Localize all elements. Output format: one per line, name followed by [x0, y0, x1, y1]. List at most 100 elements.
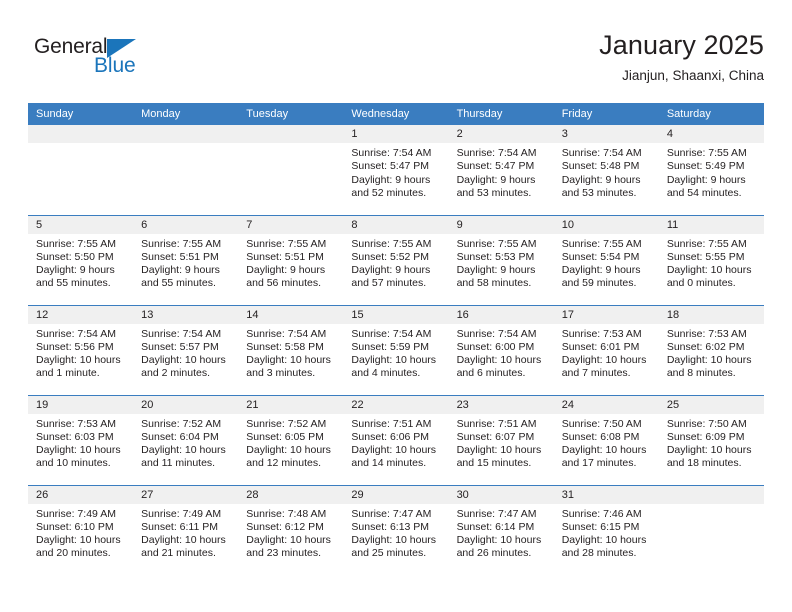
daylight-text-line1: Daylight: 10 hours [561, 534, 647, 547]
day-number: 20 [133, 395, 239, 414]
sunset-text: Sunset: 6:12 PM [246, 520, 324, 533]
sunset-text: Sunset: 5:50 PM [36, 250, 114, 263]
calendar-day-cell[interactable]: 10 Sunrise: 7:55 AM Sunset: 5:54 PM Dayligh… [553, 214, 659, 305]
calendar-day-cell[interactable]: 27 Sunrise: 7:49 AM Sunset: 6:11 PM Dayligh… [133, 484, 239, 575]
day-details: Sunrise: 7:48 AM Sunset: 6:12 PM Daylight:… [238, 504, 343, 561]
calendar-day-cell[interactable]: 2 Sunrise: 7:54 AM Sunset: 5:47 PM Daylight… [448, 125, 554, 215]
calendar-day-cell[interactable]: 29 Sunrise: 7:47 AM Sunset: 6:13 PM Dayligh… [343, 484, 449, 575]
calendar-day-cell[interactable]: 20 Sunrise: 7:52 AM Sunset: 6:04 PM Dayligh… [133, 394, 239, 485]
calendar-week-row: 5 Sunrise: 7:55 AM Sunset: 5:50 PM Daylight… [28, 214, 764, 305]
sunset-text: Sunset: 6:03 PM [36, 430, 114, 443]
daylight-text-line1: Daylight: 10 hours [666, 264, 752, 277]
sunset-text: Sunset: 5:55 PM [666, 250, 745, 263]
calendar-day-cell[interactable]: 22 Sunrise: 7:51 AM Sunset: 6:06 PM Dayligh… [343, 394, 449, 485]
sunrise-text: Sunrise: 7:48 AM [246, 507, 327, 520]
calendar-day-cell[interactable]: 19 Sunrise: 7:53 AM Sunset: 6:03 PM Dayligh… [28, 394, 134, 485]
sunrise-text: Sunrise: 7:54 AM [246, 327, 327, 340]
sunset-text: Sunset: 6:08 PM [561, 430, 640, 443]
sunset-text: Sunset: 5:51 PM [141, 250, 219, 263]
calendar-day-cell[interactable]: 17 Sunrise: 7:53 AM Sunset: 6:01 PM Dayligh… [553, 304, 659, 395]
calendar-day-cell[interactable]: 18 Sunrise: 7:53 AM Sunset: 6:02 PM Dayligh… [658, 304, 764, 395]
day-details: Sunrise: 7:55 AM Sunset: 5:55 PM Daylight:… [659, 234, 764, 291]
sunrise-text: Sunrise: 7:53 AM [666, 327, 747, 340]
daylight-text-line2: and 17 minutes. [561, 457, 637, 470]
daylight-text-line2: and 56 minutes. [246, 277, 321, 290]
sunset-text: Sunset: 6:01 PM [561, 340, 640, 353]
title-block: January 2025 Jianjun, Shaanxi, China [599, 28, 764, 86]
sunset-text: Sunset: 5:56 PM [36, 340, 114, 353]
day-number [28, 125, 134, 143]
day-number: 19 [28, 395, 134, 414]
day-number: 17 [553, 305, 659, 324]
sunrise-text: Sunrise: 7:49 AM [141, 507, 222, 520]
calendar-day-cell[interactable]: 7 Sunrise: 7:55 AM Sunset: 5:51 PM Daylight… [238, 214, 344, 305]
calendar-day-cell[interactable]: 23 Sunrise: 7:51 AM Sunset: 6:07 PM Dayligh… [448, 394, 554, 485]
day-number: 2 [448, 125, 554, 143]
day-details: Sunrise: 7:52 AM Sunset: 6:05 PM Daylight:… [238, 414, 343, 471]
daylight-text-line2: and 23 minutes. [246, 547, 321, 560]
daylight-text-line1: Daylight: 10 hours [246, 354, 331, 367]
calendar-day-cell[interactable]: 24 Sunrise: 7:50 AM Sunset: 6:08 PM Dayligh… [553, 394, 659, 485]
calendar-day-cell[interactable]: 21 Sunrise: 7:52 AM Sunset: 6:05 PM Dayligh… [238, 394, 344, 485]
day-details: Sunrise: 7:54 AM Sunset: 5:48 PM Daylight:… [554, 143, 659, 200]
logo-text-blue: Blue [94, 54, 136, 77]
sunrise-text: Sunrise: 7:50 AM [666, 417, 747, 430]
daylight-text-line1: Daylight: 9 hours [666, 173, 746, 186]
day-number: 22 [343, 395, 449, 414]
calendar-day-cell[interactable]: 4 Sunrise: 7:55 AM Sunset: 5:49 PM Daylight… [658, 125, 764, 215]
day-number: 31 [553, 485, 659, 504]
daylight-text-line1: Daylight: 10 hours [456, 354, 542, 367]
day-details: Sunrise: 7:47 AM Sunset: 6:14 PM Daylight:… [449, 504, 554, 561]
page-title: January 2025 [599, 30, 764, 60]
calendar-day-cell[interactable]: 15 Sunrise: 7:54 AM Sunset: 5:59 PM Dayligh… [343, 304, 449, 395]
sunrise-text: Sunrise: 7:55 AM [141, 237, 222, 250]
day-number: 12 [28, 305, 134, 324]
day-number: 28 [238, 485, 344, 504]
calendar-day-cell[interactable]: 16 Sunrise: 7:54 AM Sunset: 6:00 PM Dayligh… [448, 304, 554, 395]
sunrise-text: Sunrise: 7:54 AM [141, 327, 222, 340]
calendar-day-cell[interactable]: 11 Sunrise: 7:55 AM Sunset: 5:55 PM Dayligh… [658, 214, 764, 305]
daylight-text-line2: and 14 minutes. [351, 457, 427, 470]
calendar-day-cell[interactable]: 3 Sunrise: 7:54 AM Sunset: 5:48 PM Daylight… [553, 125, 659, 215]
calendar-day-cell-empty [658, 484, 764, 575]
calendar-day-cell[interactable]: 5 Sunrise: 7:55 AM Sunset: 5:50 PM Daylight… [28, 214, 134, 305]
sunrise-text: Sunrise: 7:55 AM [246, 237, 327, 250]
calendar-day-cell[interactable]: 13 Sunrise: 7:54 AM Sunset: 5:57 PM Dayligh… [133, 304, 239, 395]
day-details: Sunrise: 7:50 AM Sunset: 6:08 PM Daylight:… [554, 414, 659, 471]
daylight-text-line1: Daylight: 9 hours [561, 264, 641, 277]
daylight-text-line2: and 2 minutes. [141, 367, 211, 380]
calendar-day-cell[interactable]: 26 Sunrise: 7:49 AM Sunset: 6:10 PM Dayligh… [28, 484, 134, 575]
calendar-day-cell[interactable]: 14 Sunrise: 7:54 AM Sunset: 5:58 PM Dayligh… [238, 304, 344, 395]
calendar-body: 1 Sunrise: 7:54 AM Sunset: 5:47 PM Daylight… [28, 125, 764, 575]
calendar-day-cell[interactable]: 6 Sunrise: 7:55 AM Sunset: 5:51 PM Daylight… [133, 214, 239, 305]
calendar-day-cell[interactable]: 31 Sunrise: 7:46 AM Sunset: 6:15 PM Dayligh… [553, 484, 659, 575]
calendar-day-cell[interactable]: 30 Sunrise: 7:47 AM Sunset: 6:14 PM Dayligh… [448, 484, 554, 575]
sunset-text: Sunset: 6:05 PM [246, 430, 324, 443]
day-number: 10 [553, 215, 659, 234]
calendar-day-cell[interactable]: 12 Sunrise: 7:54 AM Sunset: 5:56 PM Dayligh… [28, 304, 134, 395]
daylight-text-line2: and 12 minutes. [246, 457, 321, 470]
daylight-text-line1: Daylight: 10 hours [561, 444, 647, 457]
calendar-day-cell[interactable]: 28 Sunrise: 7:48 AM Sunset: 6:12 PM Dayligh… [238, 484, 344, 575]
calendar-day-cell[interactable]: 1 Sunrise: 7:54 AM Sunset: 5:47 PM Daylight… [343, 125, 449, 215]
calendar-day-cell[interactable]: 25 Sunrise: 7:50 AM Sunset: 6:09 PM Dayligh… [658, 394, 764, 485]
sunset-text: Sunset: 6:00 PM [456, 340, 535, 353]
sunrise-text: Sunrise: 7:50 AM [561, 417, 642, 430]
day-details: Sunrise: 7:54 AM Sunset: 5:56 PM Daylight:… [28, 324, 133, 381]
calendar-day-cell[interactable]: 8 Sunrise: 7:55 AM Sunset: 5:52 PM Daylight… [343, 214, 449, 305]
calendar-grid: Sunday Monday Tuesday Wednesday Thursday Frid… [28, 103, 764, 575]
day-details: Sunrise: 7:49 AM Sunset: 6:11 PM Daylight:… [133, 504, 238, 561]
day-number: 13 [133, 305, 239, 324]
calendar-day-cell[interactable]: 9 Sunrise: 7:55 AM Sunset: 5:53 PM Daylight… [448, 214, 554, 305]
general-blue-logo[interactable]: General Blue [34, 36, 164, 86]
day-details: Sunrise: 7:53 AM Sunset: 6:02 PM Daylight:… [659, 324, 764, 381]
calendar-page: General Blue January 2025 Jianjun, Shaan… [0, 0, 792, 612]
calendar-day-cell-empty [133, 125, 239, 215]
daylight-text-line2: and 52 minutes. [351, 186, 427, 199]
sunrise-text: Sunrise: 7:54 AM [561, 147, 642, 159]
sunset-text: Sunset: 5:59 PM [351, 340, 430, 353]
calendar-day-cell-empty [238, 125, 344, 215]
day-number: 4 [658, 125, 764, 143]
day-details: Sunrise: 7:55 AM Sunset: 5:51 PM Daylight:… [133, 234, 238, 291]
sunset-text: Sunset: 6:09 PM [666, 430, 745, 443]
